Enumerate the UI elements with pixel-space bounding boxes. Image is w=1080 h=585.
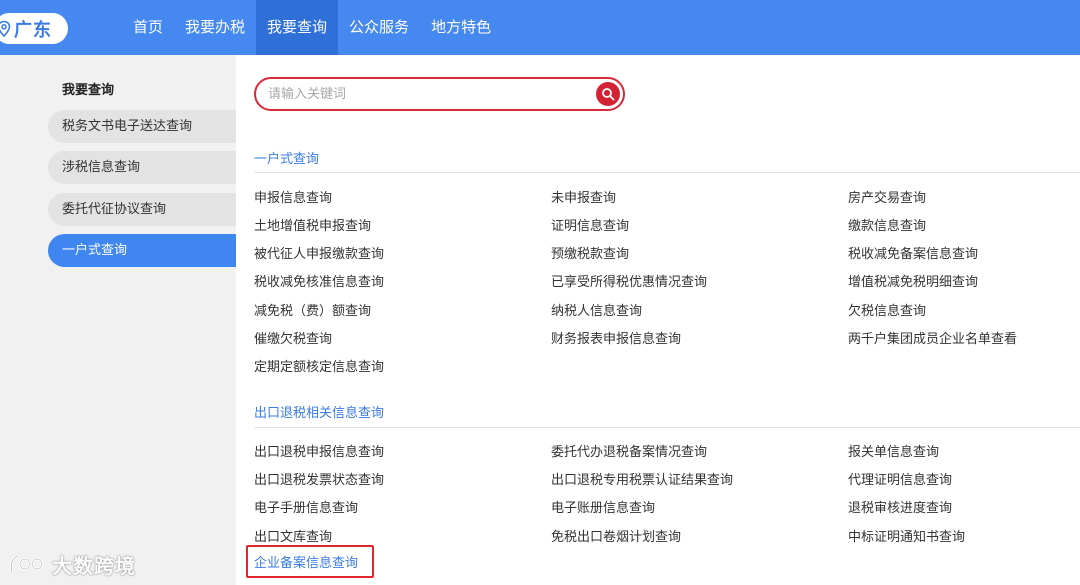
query-link[interactable]: 出口退税申报信息查询 (254, 441, 384, 460)
nav-local-features[interactable]: 地方特色 (420, 0, 502, 55)
main-content: 一户式查询 申报信息查询 未申报查询 房产交易查询 土地增值税申报查询 证明信息… (236, 55, 1080, 585)
query-link[interactable]: 催缴欠税查询 (254, 328, 332, 347)
section-title-export-refund: 出口退税相关信息查询 (254, 406, 385, 421)
sidebar-title: 我要查询 (62, 83, 115, 98)
top-nav-bar: 广东 首页 我要办税 我要查询 公众服务 地方特色 (0, 0, 1080, 55)
sidebar-item-tax-info[interactable]: 涉税信息查询 (48, 151, 236, 184)
section-divider (254, 427, 1080, 428)
query-link[interactable]: 未申报查询 (551, 187, 616, 206)
location-pin-icon (0, 20, 11, 37)
query-link[interactable]: 两千户集团成员企业名单查看 (848, 328, 1017, 347)
query-link[interactable]: 已享受所得税优惠情况查询 (551, 271, 707, 290)
query-link[interactable]: 欠税信息查询 (848, 300, 926, 319)
watermark-logo-icon (10, 554, 44, 573)
query-link[interactable]: 定期定额核定信息查询 (254, 356, 384, 375)
query-link[interactable]: 委托代办退税备案情况查询 (551, 441, 707, 460)
nav-public-service[interactable]: 公众服务 (338, 0, 420, 55)
query-link[interactable]: 申报信息查询 (254, 187, 332, 206)
search-button[interactable] (596, 82, 620, 106)
sidebar-item-document-delivery[interactable]: 税务文书电子送达查询 (48, 110, 236, 143)
section-divider (254, 172, 1080, 173)
nav-tax-handling[interactable]: 我要办税 (174, 0, 256, 55)
nav-home[interactable]: 首页 (122, 0, 174, 55)
query-link[interactable]: 报关单信息查询 (848, 441, 939, 460)
query-link[interactable]: 证明信息查询 (551, 215, 629, 234)
query-link[interactable]: 土地增值税申报查询 (254, 215, 371, 234)
watermark: 大数跨境 (8, 550, 136, 579)
enterprise-filing-query-link[interactable]: 企业备案信息查询 (254, 552, 358, 571)
search-icon (602, 88, 615, 101)
query-link[interactable]: 电子账册信息查询 (551, 497, 655, 516)
region-label: 广东 (14, 19, 52, 41)
query-link[interactable]: 出口文库查询 (254, 526, 332, 545)
query-link[interactable]: 免税出口卷烟计划查询 (551, 526, 681, 545)
query-link[interactable]: 出口退税专用税票认证结果查询 (551, 469, 733, 488)
query-link[interactable]: 税收减免备案信息查询 (848, 243, 978, 262)
search-input[interactable] (268, 85, 588, 103)
query-link[interactable]: 出口退税发票状态查询 (254, 469, 384, 488)
query-link[interactable]: 税收减免核准信息查询 (254, 271, 384, 290)
query-link[interactable]: 缴款信息查询 (848, 215, 926, 234)
query-link[interactable]: 预缴税款查询 (551, 243, 629, 262)
query-link[interactable]: 增值税减免税明细查询 (848, 271, 978, 290)
watermark-text: 大数跨境 (52, 554, 136, 578)
query-link[interactable]: 减免税（费）额查询 (254, 300, 371, 319)
query-link[interactable]: 纳税人信息查询 (551, 300, 642, 319)
main-nav: 首页 我要办税 我要查询 公众服务 地方特色 (122, 0, 502, 55)
query-link[interactable]: 被代征人申报缴款查询 (254, 243, 384, 262)
nav-query[interactable]: 我要查询 (256, 0, 339, 55)
query-link[interactable]: 财务报表申报信息查询 (551, 328, 681, 347)
search-box (254, 77, 625, 111)
sidebar: 我要查询 税务文书电子送达查询 涉税信息查询 委托代征协议查询 一户式查询 (0, 55, 236, 585)
query-link[interactable]: 房产交易查询 (848, 187, 926, 206)
region-selector[interactable]: 广东 (0, 13, 68, 44)
query-link[interactable]: 电子手册信息查询 (254, 497, 358, 516)
section-title-one-stop: 一户式查询 (254, 152, 320, 167)
query-link[interactable]: 退税审核进度查询 (848, 497, 952, 516)
sidebar-item-agency-agreement[interactable]: 委托代征协议查询 (48, 193, 236, 226)
sidebar-item-one-stop[interactable]: 一户式查询 (48, 234, 236, 267)
query-link[interactable]: 中标证明通知书查询 (848, 526, 965, 545)
query-link[interactable]: 代理证明信息查询 (848, 469, 952, 488)
